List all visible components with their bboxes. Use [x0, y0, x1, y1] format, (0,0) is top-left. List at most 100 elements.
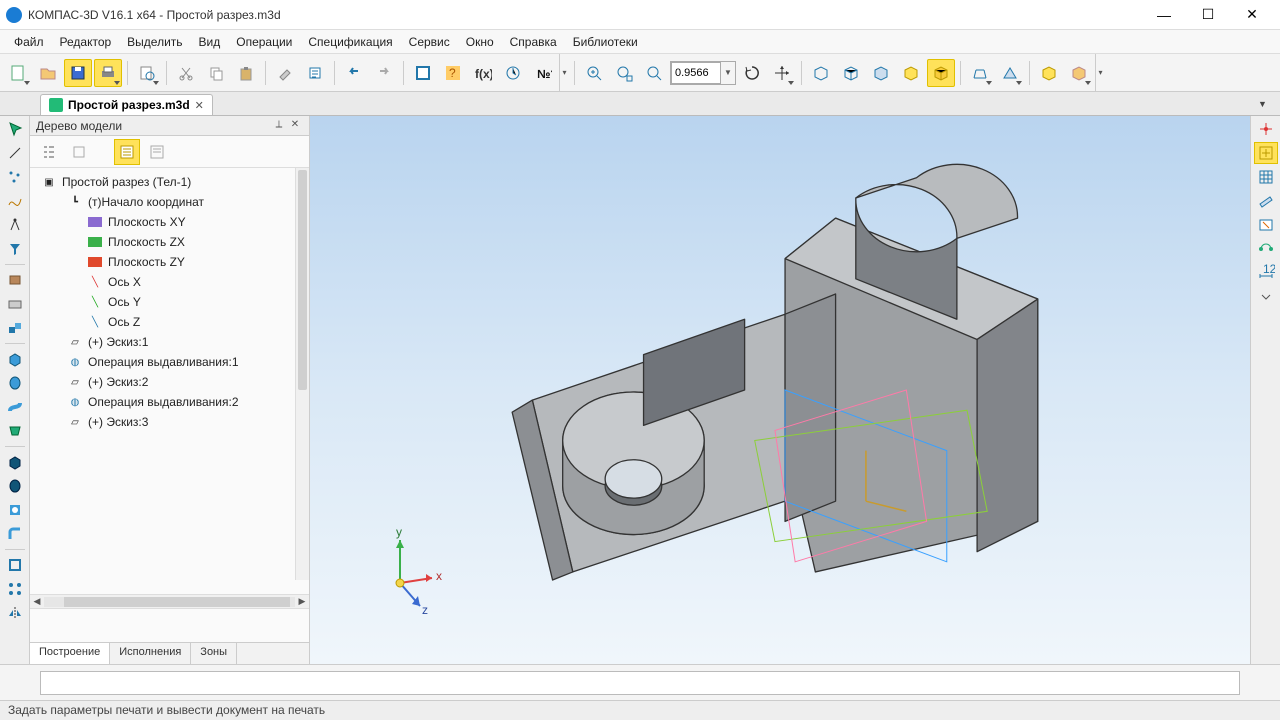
dimensions-icon[interactable]: 12	[1254, 262, 1278, 284]
measure-button[interactable]	[499, 59, 527, 87]
toolbar-overflow-1[interactable]: ▾	[559, 54, 569, 92]
menu-file[interactable]: Файл	[6, 32, 52, 52]
tree-mode-4-icon[interactable]	[144, 139, 170, 165]
loft-icon[interactable]	[3, 420, 27, 442]
tree-mode-2-icon[interactable]	[66, 139, 92, 165]
save-button[interactable]	[64, 59, 92, 87]
orient-button[interactable]	[768, 59, 796, 87]
toolbar-more-icon[interactable]	[1254, 286, 1278, 308]
zoom-fit-button[interactable]	[610, 59, 638, 87]
snap-toggle-icon[interactable]	[1254, 118, 1278, 140]
help-button[interactable]: №?	[529, 59, 557, 87]
hole-icon[interactable]	[3, 499, 27, 521]
tree-axis-y[interactable]: ╲ Ось Y	[32, 292, 307, 312]
zoom-input-wrap[interactable]: ▼	[670, 61, 736, 85]
mirror-icon[interactable]	[3, 602, 27, 624]
tree-plane-xy[interactable]: Плоскость XY	[32, 212, 307, 232]
fillet-icon[interactable]	[3, 523, 27, 545]
tree-mode-1-icon[interactable]	[36, 139, 62, 165]
sweep-icon[interactable]	[3, 396, 27, 418]
command-input[interactable]	[40, 671, 1240, 695]
open-button[interactable]	[34, 59, 62, 87]
shaded-wire-button[interactable]	[897, 59, 925, 87]
grid-icon[interactable]	[1254, 166, 1278, 188]
tree-mode-3-icon[interactable]	[114, 139, 140, 165]
menu-editor[interactable]: Редактор	[52, 32, 120, 52]
fx-button[interactable]: f(x)	[469, 59, 497, 87]
model-manager-button[interactable]	[409, 59, 437, 87]
paste-button[interactable]	[232, 59, 260, 87]
redo-button[interactable]	[370, 59, 398, 87]
tree-axis-x[interactable]: ╲ Ось X	[32, 272, 307, 292]
render-button[interactable]	[1065, 59, 1093, 87]
tree-origin[interactable]: ┗ (т)Начало координат	[32, 192, 307, 212]
minimize-button[interactable]: —	[1142, 1, 1186, 29]
sheet-icon[interactable]	[3, 293, 27, 315]
tree-root[interactable]: ▣ Простой разрез (Тел-1)	[32, 172, 307, 192]
wireframe-button[interactable]	[807, 59, 835, 87]
pattern-icon[interactable]	[3, 578, 27, 600]
tree-extrude-2[interactable]: ◍ Операция выдавливания:2	[32, 392, 307, 412]
shell-icon[interactable]	[3, 554, 27, 576]
panel-tab-build[interactable]: Построение	[30, 643, 110, 664]
tree-sketch-1[interactable]: ▱ (+) Эскиз:1	[32, 332, 307, 352]
menu-ops[interactable]: Операции	[228, 32, 300, 52]
sketch-plane-icon[interactable]	[1254, 190, 1278, 212]
revolve-icon[interactable]	[3, 372, 27, 394]
filter-icon[interactable]	[3, 238, 27, 260]
document-tab[interactable]: Простой разрез.m3d ✕	[40, 94, 213, 115]
rotate-button[interactable]	[738, 59, 766, 87]
menu-view[interactable]: Вид	[191, 32, 229, 52]
menu-help[interactable]: Справка	[502, 32, 565, 52]
preview-button[interactable]	[133, 59, 161, 87]
tree-plane-zx[interactable]: Плоскость ZX	[32, 232, 307, 252]
points-icon[interactable]	[3, 166, 27, 188]
panel-pin-icon[interactable]: ⟂	[271, 119, 287, 133]
copy-button[interactable]	[202, 59, 230, 87]
variables-button[interactable]: ?	[439, 59, 467, 87]
tree-sketch-3[interactable]: ▱ (+) Эскиз:3	[32, 412, 307, 432]
hidden-lines-button[interactable]	[837, 59, 865, 87]
cursor-icon[interactable]	[3, 118, 27, 140]
tree-plane-zy[interactable]: Плоскость ZY	[32, 252, 307, 272]
compass-icon[interactable]	[3, 214, 27, 236]
new-doc-button[interactable]	[4, 59, 32, 87]
surface-icon[interactable]	[3, 269, 27, 291]
edit-sketch-icon[interactable]	[1254, 214, 1278, 236]
tree-scrollbar-v[interactable]	[295, 168, 309, 580]
constraints-icon[interactable]	[1254, 238, 1278, 260]
tree-sketch-2[interactable]: ▱ (+) Эскиз:2	[32, 372, 307, 392]
snap-settings-icon[interactable]	[1254, 142, 1278, 164]
zoom-window-button[interactable]	[640, 59, 668, 87]
isometric-button[interactable]	[1035, 59, 1063, 87]
spline-icon[interactable]	[3, 190, 27, 212]
menu-select[interactable]: Выделить	[119, 32, 190, 52]
cut-extrude-icon[interactable]	[3, 451, 27, 473]
no-hidden-button[interactable]	[867, 59, 895, 87]
line-icon[interactable]	[3, 142, 27, 164]
menu-window[interactable]: Окно	[458, 32, 502, 52]
cut-button[interactable]	[172, 59, 200, 87]
zoom-input[interactable]	[671, 62, 721, 84]
shaded-button[interactable]	[927, 59, 955, 87]
menu-libs[interactable]: Библиотеки	[565, 32, 646, 52]
close-button[interactable]: ✕	[1230, 1, 1274, 29]
format-paint-button[interactable]	[271, 59, 299, 87]
tree-extrude-1[interactable]: ◍ Операция выдавливания:1	[32, 352, 307, 372]
panel-tab-zones[interactable]: Зоны	[191, 643, 237, 664]
toolbar-overflow-2[interactable]: ▾	[1095, 54, 1105, 92]
maximize-button[interactable]: ☐	[1186, 1, 1230, 29]
menu-service[interactable]: Сервис	[401, 32, 458, 52]
model-tree[interactable]: ▣ Простой разрез (Тел-1) ┗ (т)Начало коо…	[30, 168, 309, 594]
print-button[interactable]	[94, 59, 122, 87]
cut-revolve-icon[interactable]	[3, 475, 27, 497]
zoom-dropdown-icon[interactable]: ▼	[721, 68, 735, 77]
section-button[interactable]	[996, 59, 1024, 87]
panel-close-icon[interactable]: ✕	[287, 119, 303, 133]
assembly-icon[interactable]	[3, 317, 27, 339]
zoom-plus-button[interactable]	[580, 59, 608, 87]
extrude-icon[interactable]	[3, 348, 27, 370]
tree-axis-z[interactable]: ╲ Ось Z	[32, 312, 307, 332]
panel-tab-configs[interactable]: Исполнения	[110, 643, 191, 664]
undo-button[interactable]	[340, 59, 368, 87]
